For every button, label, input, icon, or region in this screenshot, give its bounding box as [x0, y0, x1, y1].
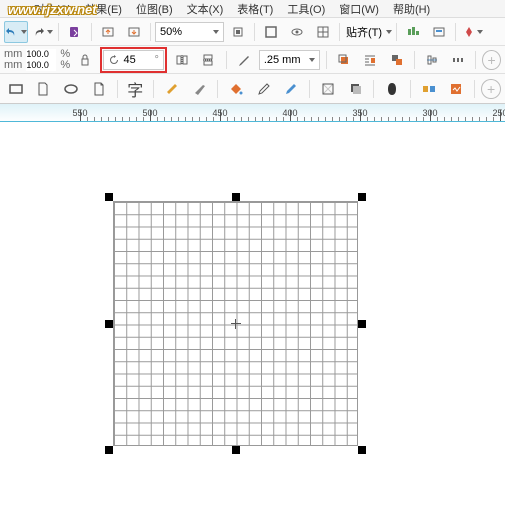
- rotate-icon: [108, 54, 120, 66]
- wrap-button[interactable]: [359, 49, 381, 71]
- menu-tool[interactable]: 工具(O): [283, 1, 329, 17]
- add-button[interactable]: +: [482, 50, 501, 70]
- watermark: www.rjzxw.net: [8, 2, 97, 17]
- percent-labels: %%: [60, 49, 70, 71]
- property-bar: mmmm %% ° +: [0, 46, 505, 74]
- zoom-combo[interactable]: [155, 22, 224, 42]
- zoom-tool-button[interactable]: [226, 21, 250, 43]
- preview-button[interactable]: [285, 21, 309, 43]
- canvas-area[interactable]: [0, 122, 505, 518]
- crop-tool[interactable]: [160, 78, 184, 100]
- search-button[interactable]: [63, 21, 87, 43]
- outline-width-combo[interactable]: [259, 50, 320, 70]
- height-input[interactable]: [26, 60, 56, 71]
- menu-text[interactable]: 文本(X): [183, 1, 228, 17]
- zoom-input[interactable]: [160, 24, 210, 40]
- center-mark-icon: [231, 319, 241, 329]
- ellipse-tool[interactable]: [59, 78, 83, 100]
- transparency-tool[interactable]: [316, 78, 340, 100]
- secondary-toolbar: 字 +: [0, 74, 505, 104]
- app-button[interactable]: [427, 21, 451, 43]
- outline-pen-button[interactable]: [232, 49, 254, 71]
- mirror-v-button[interactable]: [197, 49, 219, 71]
- menu-bitmap[interactable]: 位图(B): [132, 1, 177, 17]
- mirror-h-button[interactable]: [171, 49, 193, 71]
- rotate-highlighted: °: [100, 47, 166, 73]
- redo-button[interactable]: [30, 21, 54, 43]
- chevron-down-icon[interactable]: [309, 58, 315, 62]
- order-button[interactable]: [385, 49, 407, 71]
- size-values: [26, 49, 56, 71]
- rotate-input[interactable]: [123, 54, 151, 66]
- shape-tool[interactable]: [380, 78, 404, 100]
- add-tool-button[interactable]: +: [481, 79, 501, 99]
- fill-tool[interactable]: [224, 78, 248, 100]
- knife-tool[interactable]: [188, 78, 212, 100]
- rotate-combo[interactable]: °: [103, 50, 163, 70]
- eyedropper-tool[interactable]: [252, 78, 276, 100]
- selection-handle-tr[interactable]: [358, 193, 366, 201]
- menu-help[interactable]: 帮助(H): [389, 1, 434, 17]
- effects-tool[interactable]: [417, 78, 441, 100]
- bitmap-effects-tool[interactable]: [445, 78, 469, 100]
- menu-table[interactable]: 表格(T): [233, 1, 277, 17]
- page-tool[interactable]: [87, 78, 111, 100]
- outline-width-input[interactable]: [264, 52, 306, 68]
- launch-button[interactable]: [460, 21, 484, 43]
- selection-handle-tc[interactable]: [232, 193, 240, 201]
- front-button[interactable]: [333, 49, 355, 71]
- selection-handle-bc[interactable]: [232, 446, 240, 454]
- chevron-down-icon[interactable]: [386, 30, 392, 34]
- grid-button[interactable]: [311, 21, 335, 43]
- width-input[interactable]: [26, 49, 56, 60]
- align-button[interactable]: [421, 49, 443, 71]
- degree-label: °: [154, 54, 158, 66]
- horizontal-ruler: 550500450400350300250: [0, 104, 505, 122]
- selection-handle-tl[interactable]: [105, 193, 113, 201]
- main-toolbar: 贴齐(T): [0, 18, 505, 46]
- new-doc-button[interactable]: [32, 78, 56, 100]
- selection-handle-br[interactable]: [358, 446, 366, 454]
- grid-object[interactable]: [113, 201, 358, 446]
- text-tool[interactable]: 字: [123, 78, 147, 100]
- lock-ratio-button[interactable]: [74, 49, 96, 71]
- import-button[interactable]: [96, 21, 120, 43]
- fullscreen-button[interactable]: [259, 21, 283, 43]
- undo-button[interactable]: [4, 21, 28, 43]
- distribute-button[interactable]: [447, 49, 469, 71]
- selection-handle-mr[interactable]: [358, 320, 366, 328]
- shadow-tool[interactable]: [344, 78, 368, 100]
- snap-label[interactable]: 贴齐(T): [344, 24, 384, 40]
- options-button[interactable]: [401, 21, 425, 43]
- chevron-down-icon[interactable]: [213, 30, 219, 34]
- selection-handle-bl[interactable]: [105, 446, 113, 454]
- menu-window[interactable]: 窗口(W): [335, 1, 383, 17]
- color-eyedropper-tool[interactable]: [280, 78, 304, 100]
- export-button[interactable]: [122, 21, 146, 43]
- rect-tool[interactable]: [4, 78, 28, 100]
- selection-handle-ml[interactable]: [105, 320, 113, 328]
- unit-labels: mmmm: [4, 49, 22, 71]
